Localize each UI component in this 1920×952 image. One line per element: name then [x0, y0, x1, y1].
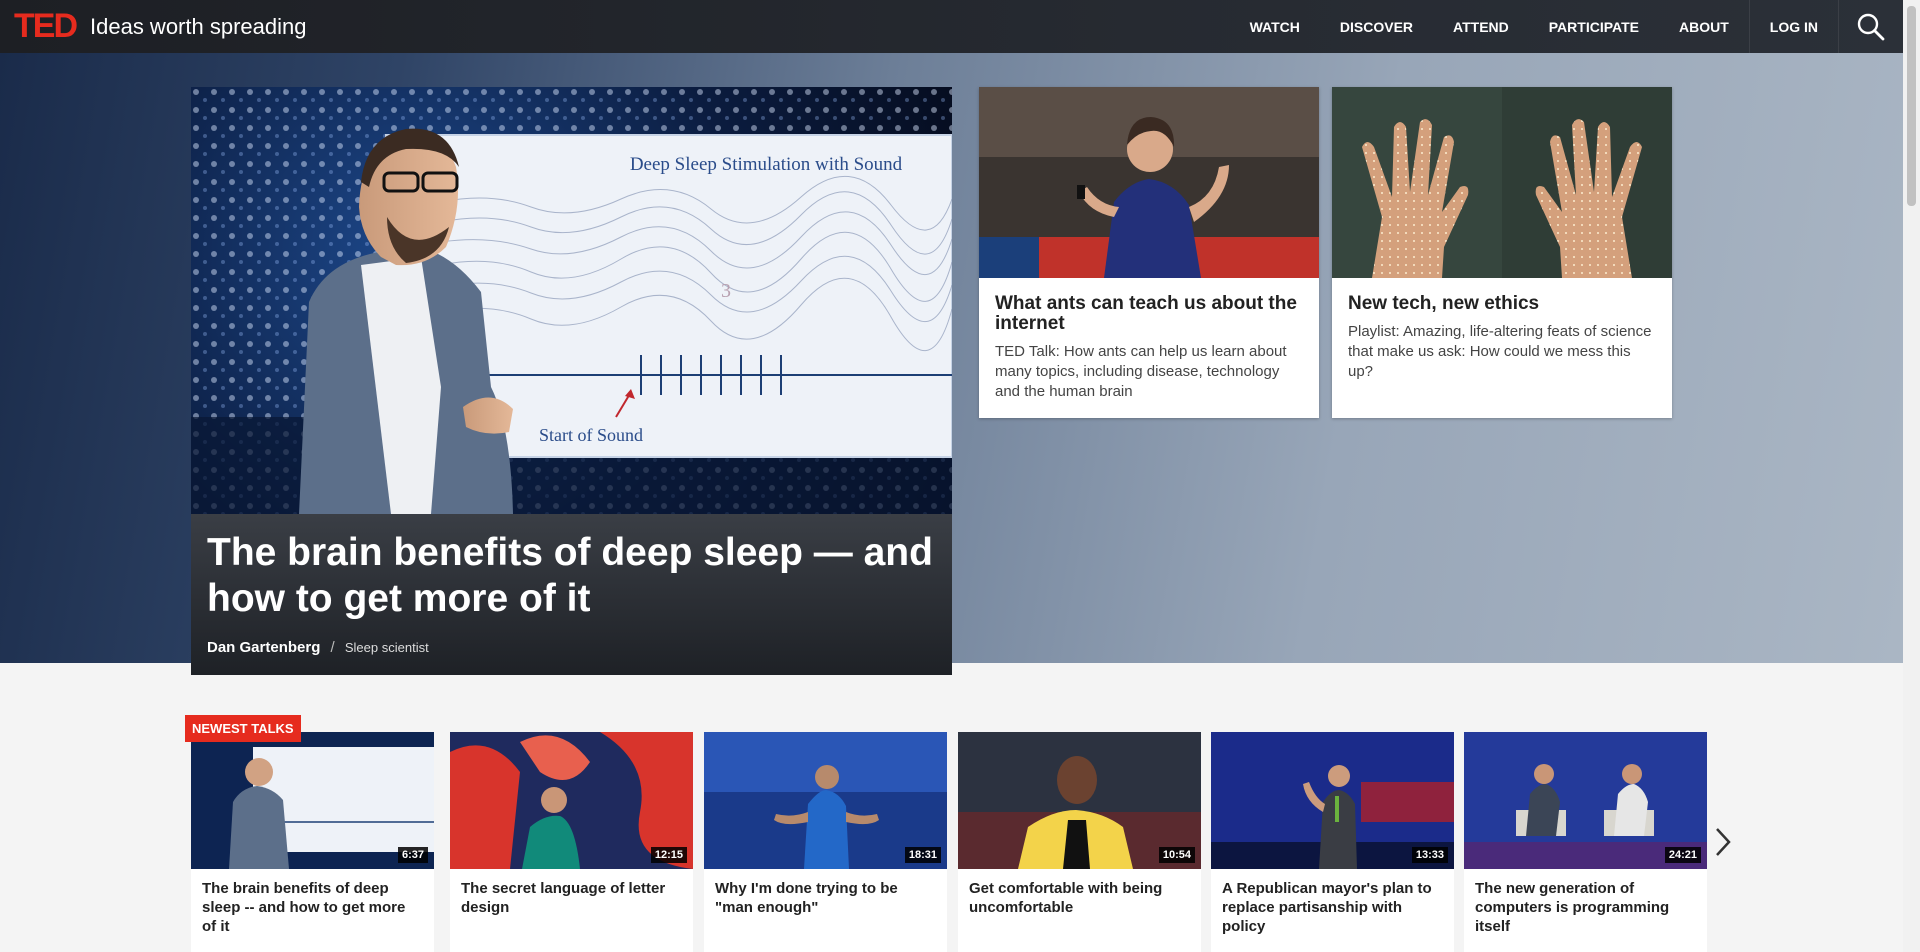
featured-talk-title[interactable]: The brain benefits of deep sleep — and h…: [207, 530, 936, 622]
card-image: [979, 87, 1319, 278]
scrollbar-thumb[interactable]: [1907, 6, 1916, 206]
screen-number: 3: [721, 280, 731, 302]
nav-watch[interactable]: WATCH: [1230, 0, 1320, 53]
main-nav: WATCH DISCOVER ATTEND PARTICIPATE ABOUT …: [1230, 0, 1903, 53]
speaker-role: Sleep scientist: [344, 640, 429, 655]
card-body: What ants can teach us about the interne…: [979, 278, 1319, 418]
featured-talk-image: Deep Sleep Stimulation with Sound 3 Star…: [191, 87, 952, 514]
talk-thumbnail: 10:54: [958, 732, 1201, 869]
talk-card[interactable]: 12:15 The secret language of letter desi…: [450, 732, 693, 952]
page-scrollbar[interactable]: [1903, 0, 1920, 952]
talk-title[interactable]: The secret language of letter design: [450, 869, 693, 927]
feature-card-ethics[interactable]: New tech, new ethics Playlist: Amazing, …: [1332, 87, 1672, 418]
talk-card[interactable]: 13:33 A Republican mayor's plan to repla…: [1211, 732, 1454, 952]
meta-separator: /: [330, 639, 335, 656]
card-body: New tech, new ethics Playlist: Amazing, …: [1332, 278, 1672, 398]
talk-duration: 13:33: [1411, 847, 1448, 863]
talk-card[interactable]: 10:54 Get comfortable with being uncomfo…: [958, 732, 1201, 952]
talk-thumbnail: 18:31: [704, 732, 947, 869]
featured-talk-caption: The brain benefits of deep sleep — and h…: [191, 514, 952, 675]
talk-title[interactable]: A Republican mayor's plan to replace par…: [1211, 869, 1454, 946]
talk-title[interactable]: Get comfortable with being uncomfortable: [958, 869, 1201, 927]
feature-card-ants[interactable]: What ants can teach us about the interne…: [979, 87, 1319, 418]
speaker-name[interactable]: Dan Gartenberg: [207, 639, 320, 656]
nav-login[interactable]: LOG IN: [1750, 0, 1838, 53]
talk-duration: 10:54: [1158, 847, 1195, 863]
talk-thumbnail: 13:33: [1211, 732, 1454, 869]
talk-duration: 6:37: [397, 847, 428, 863]
card-description: TED Talk: How ants can help us learn abo…: [995, 343, 1287, 400]
featured-talk-meta: Dan Gartenberg / Sleep scientist: [207, 639, 936, 656]
card-title[interactable]: What ants can teach us about the interne…: [995, 294, 1303, 334]
chevron-right-icon: [1716, 828, 1731, 856]
card-description: Playlist: Amazing, life-altering feats o…: [1348, 323, 1652, 380]
talk-duration: 18:31: [904, 847, 941, 863]
nav-discover[interactable]: DISCOVER: [1320, 0, 1433, 53]
talk-duration: 12:15: [650, 847, 687, 863]
nav-attend[interactable]: ATTEND: [1433, 0, 1529, 53]
screen-marker: Start of Sound: [539, 425, 643, 445]
newest-talks-badge: NEWEST TALKS: [185, 715, 301, 742]
talk-thumbnail: 24:21: [1464, 732, 1707, 869]
ted-logo[interactable]: TED: [14, 7, 78, 46]
talk-thumbnail: 12:15: [450, 732, 693, 869]
search-icon: [1857, 13, 1885, 40]
search-button[interactable]: [1839, 0, 1903, 53]
talk-thumbnail: 6:37: [191, 732, 434, 869]
tagline: Ideas worth spreading: [90, 13, 307, 39]
screen-heading: Deep Sleep Stimulation with Sound: [630, 154, 903, 175]
talk-title[interactable]: The new generation of computers is progr…: [1464, 869, 1707, 946]
nav-about[interactable]: ABOUT: [1659, 0, 1749, 53]
card-title[interactable]: New tech, new ethics: [1348, 294, 1656, 314]
talk-card[interactable]: 24:21 The new generation of computers is…: [1464, 732, 1707, 952]
featured-talk[interactable]: Deep Sleep Stimulation with Sound 3 Star…: [191, 87, 952, 675]
talk-card[interactable]: 18:31 Why I'm done trying to be "man eno…: [704, 732, 947, 952]
card-image: [1332, 87, 1672, 278]
talk-duration: 24:21: [1664, 847, 1701, 863]
talk-title[interactable]: Why I'm done trying to be "man enough": [704, 869, 947, 927]
talk-card[interactable]: 6:37 The brain benefits of deep sleep --…: [191, 732, 434, 952]
carousel-next-button[interactable]: [1711, 825, 1735, 859]
nav-participate[interactable]: PARTICIPATE: [1529, 0, 1659, 53]
top-navigation-bar: TED Ideas worth spreading WATCH DISCOVER…: [0, 0, 1903, 53]
talk-title[interactable]: The brain benefits of deep sleep -- and …: [191, 869, 434, 946]
